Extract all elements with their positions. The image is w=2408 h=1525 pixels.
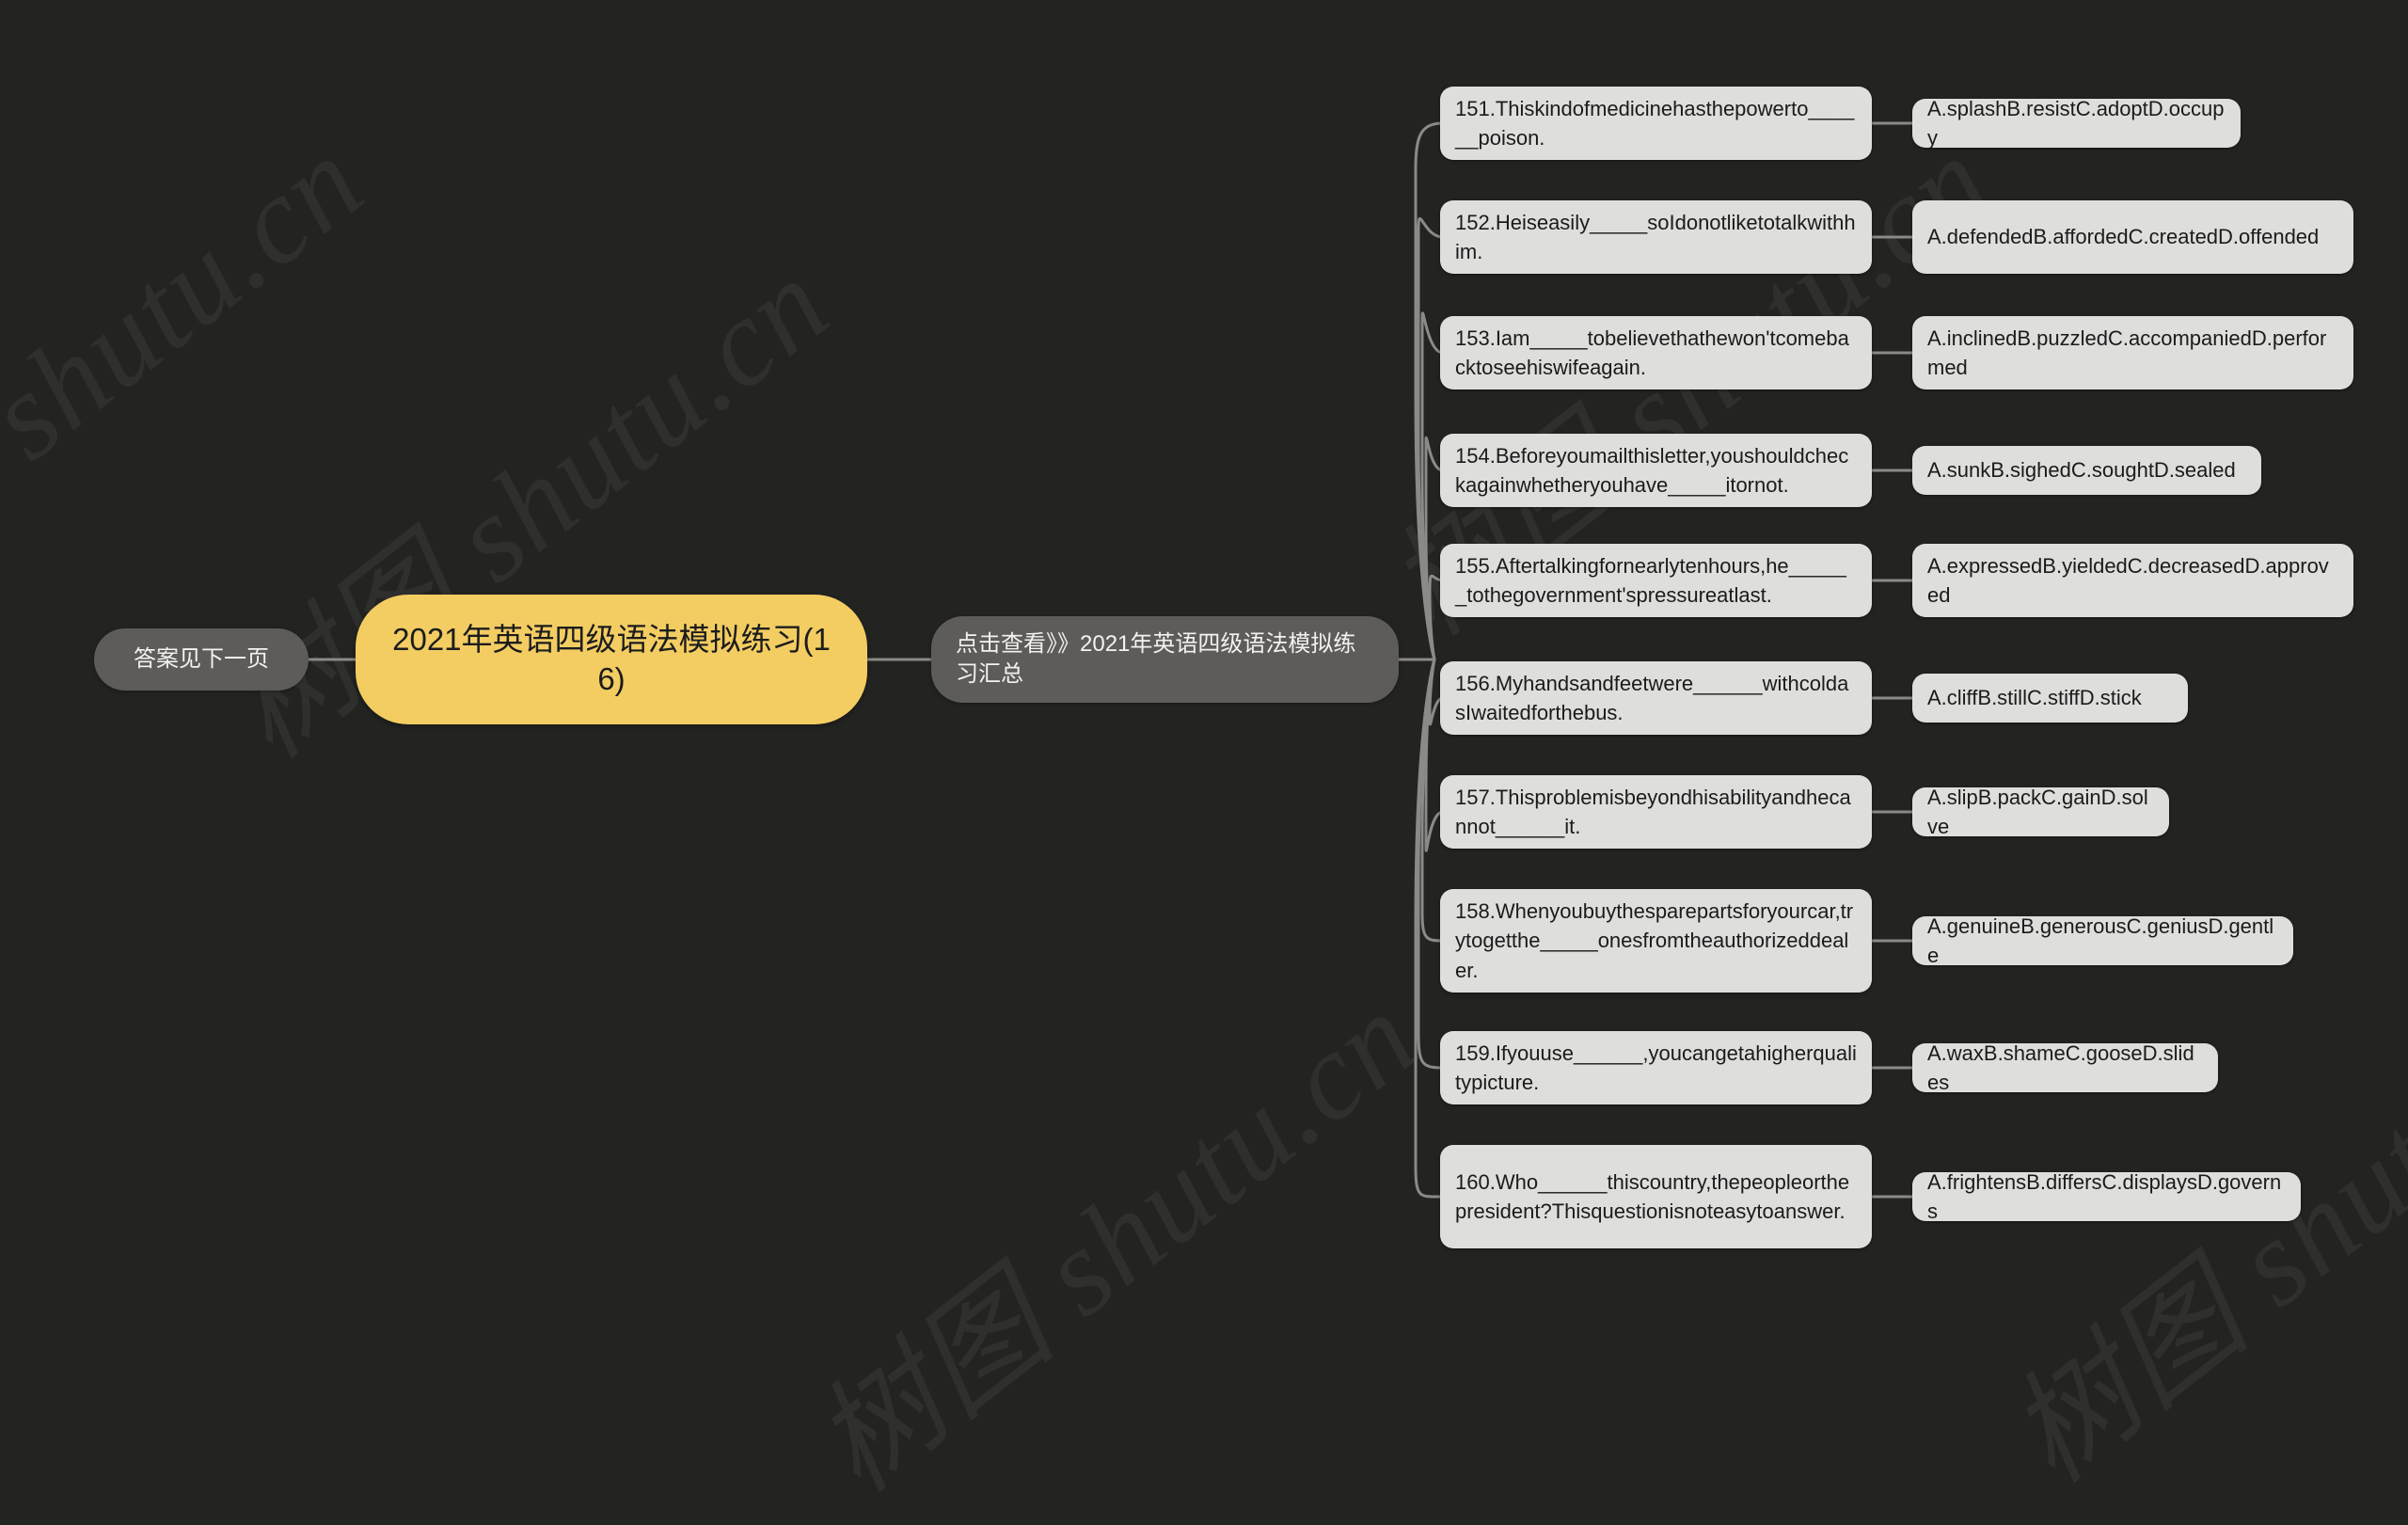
answer-node[interactable]: A.cliffB.stillC.stiffD.stick bbox=[1912, 674, 2188, 723]
question-node[interactable]: 153.Iam_____tobelievethathewon'tcomeback… bbox=[1440, 316, 1872, 389]
question-label: 158.Whenyoubuythesparepartsforyourcar,tr… bbox=[1455, 899, 1854, 982]
answer-label: A.defendedB.affordedC.createdD.offended bbox=[1927, 225, 2320, 249]
question-label: 152.Heiseasily_____soIdonotliketotalkwit… bbox=[1455, 210, 1856, 263]
answer-node[interactable]: A.waxB.shameC.gooseD.slides bbox=[1912, 1041, 2218, 1094]
answer-label: A.waxB.shameC.gooseD.slides bbox=[1927, 1040, 2194, 1094]
question-node[interactable]: 158.Whenyoubuythesparepartsforyourcar,tr… bbox=[1440, 889, 1872, 993]
answer-label: A.frightensB.differsC.displaysD.governs bbox=[1927, 1169, 2282, 1223]
question-node[interactable]: 151.Thiskindofmedicinehasthepowerto_____… bbox=[1440, 87, 1872, 160]
answer-label: A.genuineB.generousC.geniusD.gentle bbox=[1927, 913, 2274, 967]
question-label: 159.Ifyouuse______,youcangetahigherquali… bbox=[1455, 1040, 1857, 1094]
summary-node[interactable]: 点击查看》》2021年英语四级语法模拟练习汇总 bbox=[931, 616, 1399, 703]
question-node[interactable]: 157.Thisproblemisbeyondhisabilityandheca… bbox=[1440, 775, 1872, 849]
question-label: 153.Iam_____tobelievethathewon'tcomeback… bbox=[1455, 326, 1849, 379]
watermark-text: 树图 shutu.cn bbox=[0, 110, 388, 661]
link-branch bbox=[1414, 659, 1444, 1199]
question-label: 157.Thisproblemisbeyondhisabilityandheca… bbox=[1455, 785, 1851, 838]
answer-label: A.expressedB.yieldedC.decreasedD.approve… bbox=[1927, 553, 2329, 607]
question-label: 155.Aftertalkingfornearlytenhours,he____… bbox=[1455, 553, 1846, 607]
link-branch bbox=[1414, 121, 1444, 660]
watermark-text: 树图 shutu.cn bbox=[790, 966, 1442, 1517]
question-node[interactable]: 156.Myhandsandfeetwere______withcoldasIw… bbox=[1440, 661, 1872, 735]
question-label: 154.Beforeyoumailthisletter,youshouldche… bbox=[1455, 443, 1849, 497]
answer-node[interactable]: A.inclinedB.puzzledC.accompaniedD.perfor… bbox=[1912, 316, 2353, 389]
root-node[interactable]: 2021年英语四级语法模拟练习(16) bbox=[356, 595, 867, 724]
left-note-node[interactable]: 答案见下一页 bbox=[94, 628, 309, 691]
root-label: 2021年英语四级语法模拟练习(16) bbox=[392, 621, 831, 696]
question-node[interactable]: 152.Heiseasily_____soIdonotliketotalkwit… bbox=[1440, 200, 1872, 274]
question-label: 160.Who______thiscountry,thepeopleorthep… bbox=[1455, 1169, 1850, 1223]
answer-node[interactable]: A.genuineB.generousC.geniusD.gentle bbox=[1912, 914, 2293, 967]
answer-node[interactable]: A.sunkB.sighedC.soughtD.sealed bbox=[1912, 446, 2261, 495]
answer-label: A.splashB.resistC.adoptD.occupy bbox=[1927, 96, 2225, 150]
mindmap-canvas: 树图 shutu.cn 树图 shutu.cn 树图 shutu.cn 树图 s… bbox=[0, 0, 2408, 1517]
answer-label: A.cliffB.stillC.stiffD.stick bbox=[1927, 686, 2142, 710]
question-node[interactable]: 159.Ifyouuse______,youcangetahigherquali… bbox=[1440, 1031, 1872, 1104]
answer-node[interactable]: A.frightensB.differsC.displaysD.governs bbox=[1912, 1170, 2301, 1223]
question-node[interactable]: 160.Who______thiscountry,thepeopleorthep… bbox=[1440, 1145, 1872, 1248]
answer-node[interactable]: A.splashB.resistC.adoptD.occupy bbox=[1912, 97, 2241, 150]
question-label: 151.Thiskindofmedicinehasthepowerto_____… bbox=[1455, 96, 1855, 150]
left-note-label: 答案见下一页 bbox=[134, 645, 269, 672]
question-label: 156.Myhandsandfeetwere______withcoldasIw… bbox=[1455, 671, 1849, 724]
question-node[interactable]: 155.Aftertalkingfornearlytenhours,he____… bbox=[1440, 544, 1872, 617]
question-node[interactable]: 154.Beforeyoumailthisletter,youshouldche… bbox=[1440, 434, 1872, 507]
summary-label: 点击查看》》2021年英语四级语法模拟练习汇总 bbox=[956, 630, 1356, 687]
answer-node[interactable]: A.slipB.packC.gainD.solve bbox=[1912, 786, 2169, 838]
answer-node[interactable]: A.defendedB.affordedC.createdD.offended bbox=[1912, 200, 2353, 274]
answer-label: A.slipB.packC.gainD.solve bbox=[1927, 785, 2148, 838]
answer-label: A.sunkB.sighedC.soughtD.sealed bbox=[1927, 458, 2236, 483]
answer-node[interactable]: A.expressedB.yieldedC.decreasedD.approve… bbox=[1912, 544, 2353, 617]
answer-label: A.inclinedB.puzzledC.accompaniedD.perfor… bbox=[1927, 326, 2327, 379]
